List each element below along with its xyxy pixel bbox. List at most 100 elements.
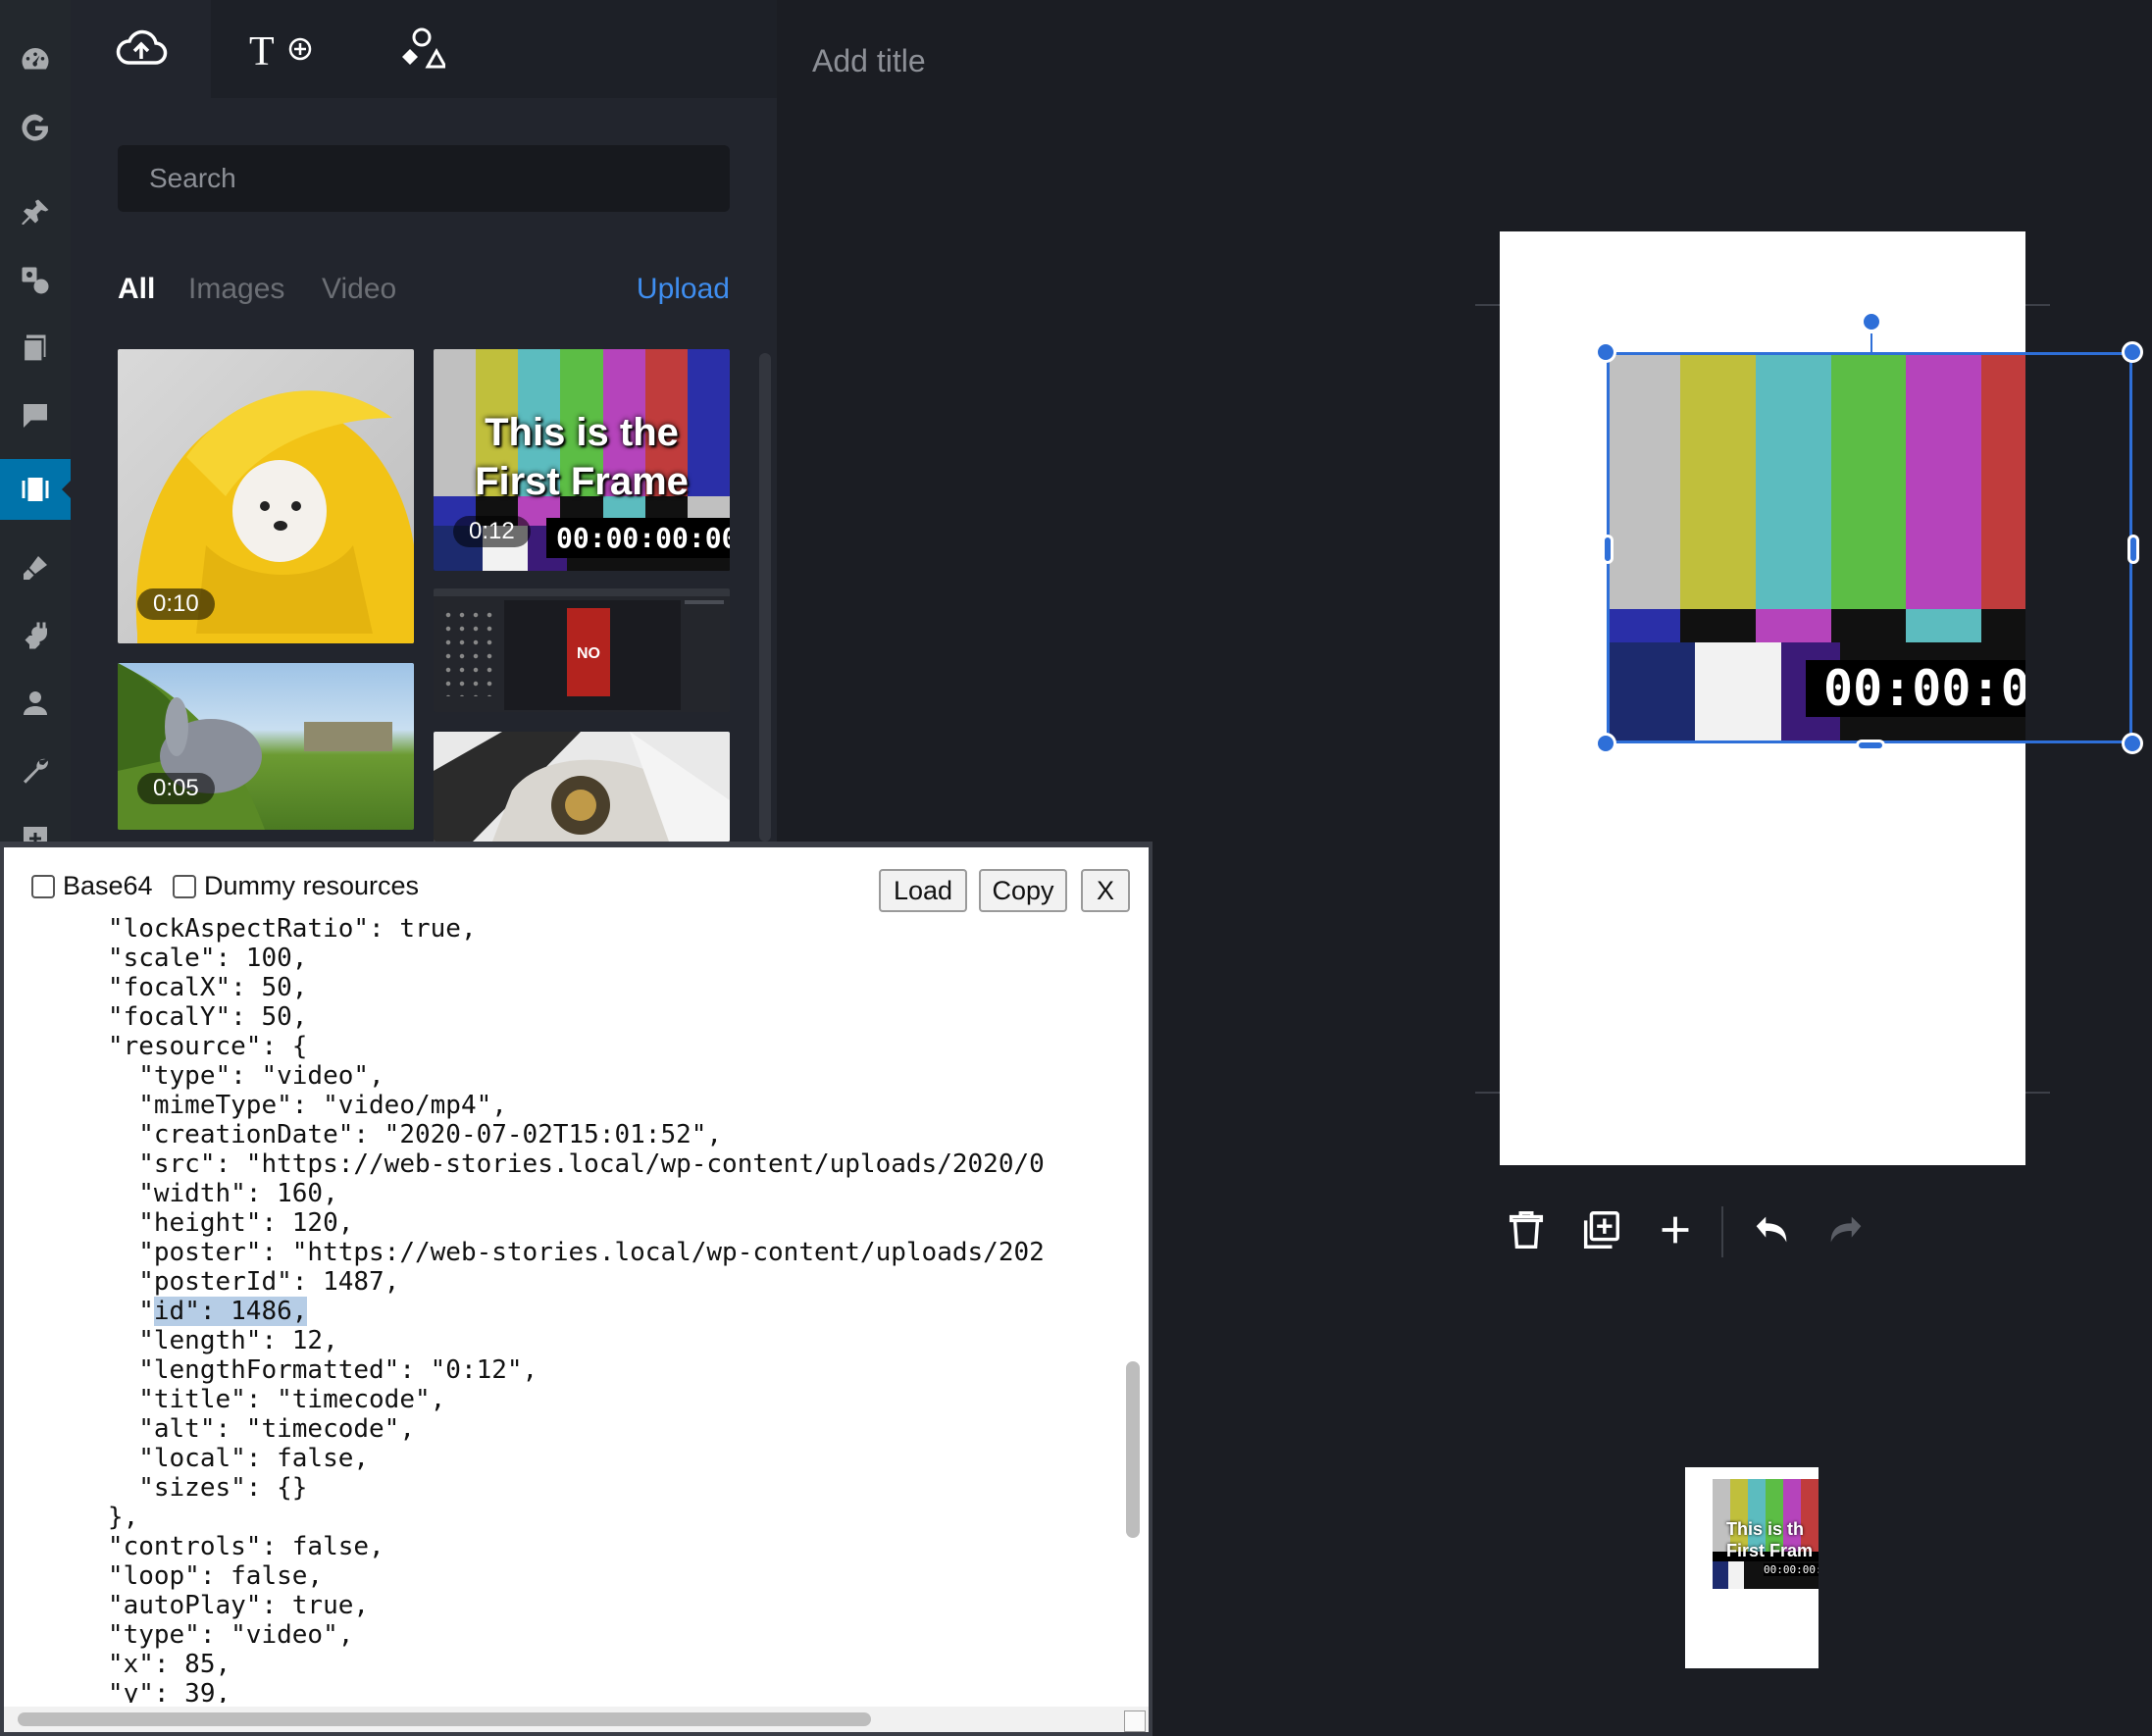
code-line: "title": "timecode", <box>16 1385 446 1414</box>
tools-icon[interactable] <box>0 740 71 801</box>
code-line: "x": 85, <box>16 1650 231 1679</box>
code-line: "height": 120, <box>16 1208 354 1238</box>
g-icon[interactable] <box>0 97 71 158</box>
shapes-icon <box>401 27 445 69</box>
library-tabs: T <box>71 0 777 98</box>
code-line: "sizes": {} <box>16 1473 308 1503</box>
pin-icon[interactable] <box>0 182 71 243</box>
code-line: "creationDate": "2020-07-02T15:01:52", <box>16 1120 723 1149</box>
code-line: "focalX": 50, <box>16 973 308 1002</box>
tab-shapes[interactable] <box>351 0 491 98</box>
resize-handle-bottom-left[interactable] <box>1595 733 1616 754</box>
safe-zone-guide <box>1475 1092 1500 1094</box>
code-line: "controls": false, <box>16 1532 384 1561</box>
resize-handle-bottom[interactable] <box>1856 740 1885 751</box>
story-title-input[interactable]: Add title <box>812 43 926 79</box>
code-line: "lengthFormatted": "0:12", <box>16 1355 538 1385</box>
code-line: "length": 12, <box>16 1326 338 1355</box>
undo-icon <box>1756 1216 1787 1243</box>
media-icon[interactable] <box>0 250 71 311</box>
code-line: "loop": false, <box>16 1561 324 1591</box>
delete-page-button[interactable] <box>1501 1204 1552 1255</box>
undo-button[interactable] <box>1746 1204 1797 1255</box>
code-line: "scale": 100, <box>16 944 308 973</box>
media-item-color-bars[interactable]: This is the First Frame 0:12 00:00:00:00 <box>434 349 730 571</box>
resize-handle-left[interactable] <box>1602 535 1614 564</box>
base64-checkbox[interactable]: Base64 <box>31 871 153 901</box>
code-line: "type": "video", <box>16 1061 384 1091</box>
code-line: "poster": "https://web-stories.local/wp-… <box>16 1238 1045 1267</box>
thumbnail-timecode: 00:00:00: <box>1764 1563 1819 1576</box>
rotation-stem <box>1870 333 1872 353</box>
load-button[interactable]: Load <box>879 869 967 912</box>
resize-handle-top-right[interactable] <box>2122 341 2143 363</box>
comments-icon[interactable] <box>0 385 71 446</box>
code-line: }, <box>16 1503 139 1532</box>
camera-lens-image <box>434 732 730 842</box>
base64-label: Base64 <box>63 871 153 900</box>
library-panel: T Search All Images Video Upload 0:10 Th… <box>71 0 777 842</box>
poster-thumbnail: NO <box>567 608 610 696</box>
code-line: "local": false, <box>16 1444 370 1473</box>
duration-badge: 0:10 <box>137 588 215 620</box>
duplicate-page-icon <box>1583 1211 1619 1249</box>
code-line: "width": 160, <box>16 1179 338 1208</box>
svg-text:T: T <box>249 29 275 71</box>
media-item-camera[interactable] <box>434 732 730 842</box>
users-icon[interactable] <box>0 673 71 734</box>
plugins-icon[interactable] <box>0 605 71 666</box>
first-frame-text: This is the First Frame <box>475 411 689 503</box>
thumbnail-overlay-text: This is th First Fram <box>1726 1519 1814 1560</box>
story-editor: T Search All Images Video Upload 0:10 Th… <box>0 0 2152 1736</box>
search-input[interactable]: Search <box>118 145 730 212</box>
code-line: "y": 39, <box>16 1679 231 1703</box>
dashboard-icon[interactable] <box>0 29 71 90</box>
tab-text[interactable]: T <box>211 0 351 98</box>
code-line: "mimeType": "video/mp4", <box>16 1091 507 1120</box>
copy-button[interactable]: Copy <box>979 869 1067 912</box>
selection-frame <box>1607 352 2132 743</box>
editor-horizontal-scrollbar[interactable] <box>18 1712 871 1726</box>
filter-images[interactable]: Images <box>188 273 284 306</box>
media-item-editor-screenshot[interactable]: NO <box>434 588 730 712</box>
dev-tools-dialog: Base64 Dummy resources Load Copy X "lock… <box>0 842 1153 1736</box>
code-line: "alt": "timecode", <box>16 1414 415 1444</box>
resize-handle-bottom-right[interactable] <box>2122 733 2143 754</box>
close-button[interactable]: X <box>1081 869 1130 912</box>
appearance-icon[interactable] <box>0 537 71 598</box>
code-line: "type": "video", <box>16 1620 354 1650</box>
safe-zone-guide <box>2025 1092 2050 1094</box>
add-page-button[interactable] <box>1650 1204 1701 1255</box>
rotate-handle[interactable] <box>1861 311 1882 332</box>
filter-video[interactable]: Video <box>322 273 396 306</box>
toolbar-divider <box>1721 1206 1723 1257</box>
tab-media[interactable] <box>71 0 211 98</box>
stories-icon[interactable] <box>0 459 71 520</box>
code-line: "id": 1486, <box>16 1297 308 1326</box>
resize-grip-icon[interactable] <box>1124 1710 1146 1732</box>
selected-text: id": 1486, <box>153 1297 308 1326</box>
code-line: "autoPlay": true, <box>16 1591 370 1620</box>
resize-handle-top-left[interactable] <box>1595 341 1616 363</box>
delete-icon <box>1509 1211 1544 1249</box>
json-editor[interactable]: "lockAspectRatio": true, "scale": 100, "… <box>16 914 1124 1703</box>
duration-badge: 0:12 <box>453 516 531 547</box>
upload-cloud-icon <box>116 29 167 65</box>
redo-icon <box>1830 1216 1862 1243</box>
filter-all[interactable]: All <box>118 273 155 306</box>
duplicate-page-button[interactable] <box>1575 1204 1626 1255</box>
media-item-rabbit[interactable]: 0:05 <box>118 663 414 830</box>
media-item-dog[interactable]: 0:10 <box>118 349 414 643</box>
pages-icon[interactable] <box>0 318 71 379</box>
page-thumbnail[interactable]: This is th First Fram 00:00:00: <box>1685 1467 1819 1668</box>
redo-button[interactable] <box>1820 1204 1871 1255</box>
code-line: "resource": { <box>16 1032 308 1061</box>
dummy-resources-checkbox[interactable]: Dummy resources <box>173 871 419 901</box>
duration-badge: 0:05 <box>137 773 215 804</box>
editor-vertical-scrollbar[interactable] <box>1126 1361 1140 1538</box>
code-line: "src": "https://web-stories.local/wp-con… <box>16 1149 1045 1179</box>
code-line: "focalY": 50, <box>16 1002 308 1032</box>
upload-button[interactable]: Upload <box>637 273 730 306</box>
resize-handle-right[interactable] <box>2127 535 2139 564</box>
library-scrollbar[interactable] <box>759 353 771 842</box>
